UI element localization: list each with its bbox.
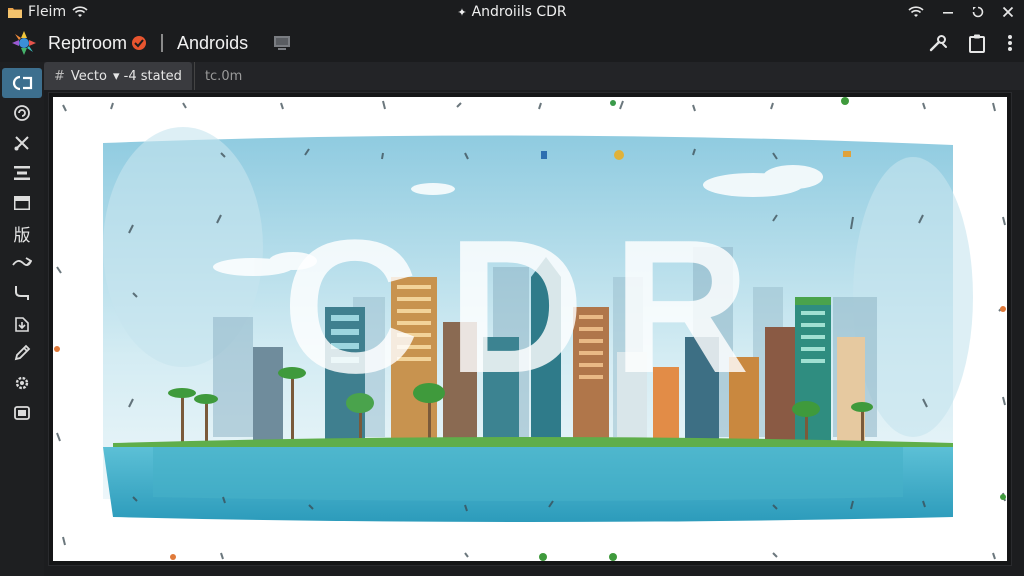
scissors-tool-icon — [14, 136, 29, 151]
document-tabs: # Vecto ▾ -4 stated tc.0m — [44, 62, 1024, 90]
status-left-label: Fleim — [28, 4, 67, 20]
wifi-icon — [908, 6, 924, 17]
refresh-tool-icon — [14, 105, 30, 121]
status-bar: Fleim ✦ Androiils CDR — [0, 0, 1024, 24]
text-tool-icon: 版 — [13, 225, 31, 246]
canvas-frame: CDR — [48, 92, 1012, 566]
layers-tool-icon — [14, 406, 30, 420]
arrow-tool-icon — [12, 257, 32, 266]
wifi-icon — [72, 6, 88, 17]
layers-tool[interactable] — [2, 398, 42, 428]
restore-icon[interactable] — [972, 6, 984, 18]
app-bar: Reptroom Androids — [0, 24, 1024, 62]
pen-tool[interactable] — [2, 338, 42, 368]
app-logo-icon[interactable] — [10, 29, 38, 57]
status-left: Fleim — [0, 4, 300, 20]
minimize-icon[interactable] — [942, 6, 954, 18]
settings-tool[interactable] — [2, 368, 42, 398]
tab-vecto-label: Vecto — [70, 68, 107, 84]
tab-zoom-label: tc.0m — [204, 68, 243, 84]
tab-hash-icon: # — [54, 68, 65, 84]
folder-icon — [8, 8, 22, 18]
app-name: Reptroom — [48, 32, 128, 53]
pen-tool-icon — [14, 344, 31, 361]
close-icon[interactable] — [1002, 6, 1014, 18]
clipboard-icon[interactable] — [968, 33, 986, 53]
tools-icon[interactable] — [928, 33, 948, 53]
align-tool[interactable] — [2, 158, 42, 188]
curve-tool-icon — [15, 286, 29, 300]
export-tool[interactable] — [2, 308, 42, 338]
artboard[interactable]: CDR — [53, 97, 1007, 561]
title-spark-icon: ✦ — [457, 5, 467, 19]
artwork: CDR — [54, 97, 1006, 561]
tab-zoom[interactable]: tc.0m — [193, 62, 252, 90]
project-name[interactable]: Androids — [177, 33, 248, 54]
settings-tool-icon — [15, 376, 29, 390]
window-controls — [908, 0, 1014, 24]
refresh-tool[interactable] — [2, 98, 42, 128]
arrow-tool[interactable] — [2, 248, 42, 278]
scissors-tool[interactable] — [2, 128, 42, 158]
tool-rail: 版 — [0, 62, 44, 576]
shape-tool[interactable] — [2, 68, 42, 98]
tab-vecto-extra: ▾ -4 stated — [113, 68, 182, 84]
tab-vecto[interactable]: # Vecto ▾ -4 stated — [44, 62, 192, 90]
export-tool-icon — [15, 317, 29, 332]
panel-tool-icon — [14, 196, 30, 210]
text-tool[interactable]: 版 — [2, 218, 42, 248]
project-icon[interactable] — [272, 34, 292, 52]
app-bar-divider — [161, 34, 164, 52]
curve-tool[interactable] — [2, 278, 42, 308]
badge-icon — [132, 36, 147, 50]
app-bar-actions — [928, 24, 1014, 62]
artwork-headline: CDR — [282, 201, 778, 413]
panel-tool[interactable] — [2, 188, 42, 218]
align-tool-icon — [14, 166, 30, 180]
shape-tool-icon — [12, 75, 33, 91]
sea-reflection — [153, 447, 903, 501]
more-vert-icon[interactable] — [1006, 33, 1014, 53]
window-title-text: Androiils CDR — [471, 4, 567, 20]
